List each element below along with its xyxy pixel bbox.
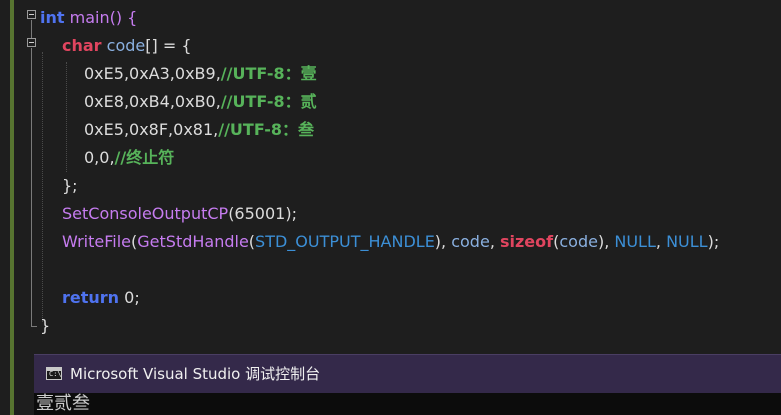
code-token: ,: [655, 232, 667, 251]
code-line[interactable]: 0xE5,0xA3,0xB9,//UTF-8：壹: [84, 60, 317, 88]
code-token: 0xE8,0xB4,0xB0,: [84, 92, 221, 111]
code-token: ),: [597, 232, 615, 251]
code-token: NULL: [614, 232, 656, 251]
collapse-function-icon[interactable]: [27, 10, 36, 19]
code-line[interactable]: SetConsoleOutputCP(65001);: [62, 200, 297, 228]
code-token: 0xE5,0x8F,0x81,: [84, 120, 219, 139]
fold-line: [31, 20, 32, 38]
code-token: ),: [434, 232, 452, 251]
code-token: }: [40, 316, 51, 335]
code-editor[interactable]: int main() {char code[] = {0xE5,0xA3,0xB…: [0, 0, 781, 415]
code-token: return: [62, 288, 120, 307]
code-token: 0xE5,0xA3,0xB9,: [84, 64, 221, 83]
console-title: Microsoft Visual Studio 调试控制台: [70, 365, 321, 383]
console-app-icon: C:\: [46, 367, 62, 380]
code-line[interactable]: }: [40, 312, 50, 340]
code-token: STD_OUTPUT_HANDLE: [255, 232, 435, 251]
code-line[interactable]: int main() {: [40, 4, 137, 32]
debug-console-window[interactable]: C:\ Microsoft Visual Studio 调试控制台 壹贰叁: [34, 354, 781, 415]
console-output: 壹贰叁: [36, 393, 90, 414]
code-token: WriteFile: [62, 232, 132, 251]
code-token: //UTF-8：叁: [218, 120, 315, 139]
code-token: 0;: [119, 288, 140, 307]
console-icon-glyph: C:\: [49, 370, 62, 378]
code-token: int: [40, 8, 65, 27]
code-line[interactable]: WriteFile(GetStdHandle(STD_OUTPUT_HANDLE…: [62, 228, 719, 256]
code-line[interactable]: char code[] = {: [62, 32, 192, 60]
indent-guide: [42, 52, 43, 322]
code-token: code: [451, 232, 490, 251]
code-token: );: [707, 232, 720, 251]
code-token: (65001);: [228, 204, 297, 223]
code-line[interactable]: return 0;: [62, 284, 140, 312]
code-token: GetStdHandle: [137, 232, 249, 251]
fold-end-tick: [31, 326, 37, 327]
code-token: code: [559, 232, 598, 251]
code-token: //终止符: [114, 148, 175, 167]
code-token: //UTF-8：贰: [220, 92, 317, 111]
code-token: //UTF-8：壹: [220, 64, 317, 83]
console-titlebar[interactable]: C:\ Microsoft Visual Studio 调试控制台: [34, 354, 781, 393]
change-tracking-bar: [10, 0, 14, 415]
code-token: code: [106, 36, 146, 55]
code-line[interactable]: 0,0,//终止符: [84, 144, 174, 172]
code-token: NULL: [666, 232, 708, 251]
code-token: };: [62, 176, 78, 195]
code-line[interactable]: };: [62, 172, 78, 200]
code-line[interactable]: 0xE5,0x8F,0x81,//UTF-8：叁: [84, 116, 314, 144]
code-token: ,: [489, 232, 500, 251]
fold-line: [31, 48, 32, 326]
code-line[interactable]: 0xE8,0xB4,0xB0,//UTF-8：贰: [84, 88, 317, 116]
code-token: [] = {: [145, 36, 192, 55]
code-token: 0,0,: [84, 148, 115, 167]
code-token: main() {: [64, 8, 138, 27]
indent-guide: [66, 62, 67, 172]
code-token: char: [62, 36, 102, 55]
code-token: sizeof: [499, 232, 554, 251]
collapse-array-icon[interactable]: [27, 38, 36, 47]
code-token: SetConsoleOutputCP: [62, 204, 229, 223]
